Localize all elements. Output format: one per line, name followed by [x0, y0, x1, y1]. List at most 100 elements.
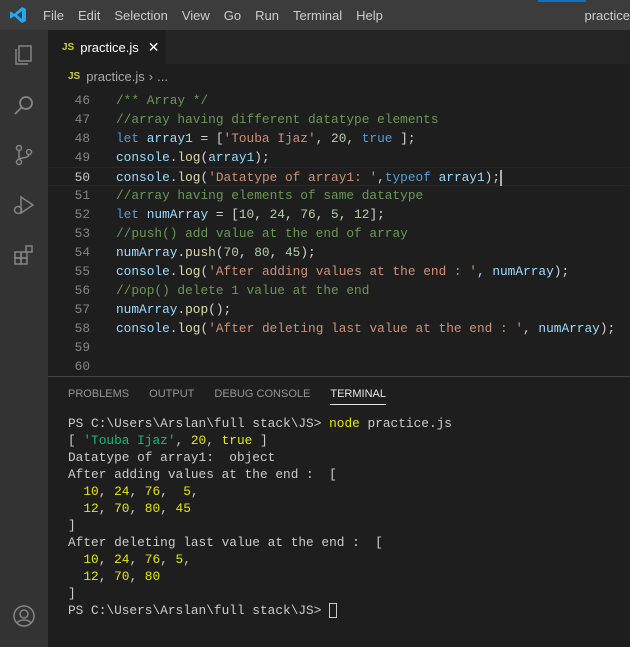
- code-line[interactable]: 46 /** Array */: [48, 91, 630, 110]
- code-token: pop: [185, 302, 209, 317]
- code-line[interactable]: 60: [48, 357, 630, 376]
- breadcrumb-symbol[interactable]: ...: [157, 69, 168, 84]
- terminal-token: After deleting last value at the end : [: [68, 535, 383, 550]
- code-line[interactable]: 49 console.log(array1);: [48, 148, 630, 167]
- line-code: //pop() delete 1 value at the end: [116, 281, 369, 300]
- code-token: 'After deleting last value at the end : …: [208, 321, 524, 336]
- code-line[interactable]: 57 numArray.pop();: [48, 300, 630, 319]
- js-file-icon: JS: [68, 70, 81, 82]
- menu-selection[interactable]: Selection: [107, 8, 174, 23]
- terminal-line: PS C:\Users\Arslan\full stack\JS> node p…: [68, 415, 452, 432]
- code-token: array1: [438, 170, 485, 185]
- menu-view[interactable]: View: [175, 8, 217, 23]
- terminal-token: ,: [190, 484, 199, 499]
- terminal-line: PS C:\Users\Arslan\full stack\JS>: [68, 602, 452, 619]
- terminal-token: 70: [114, 501, 130, 516]
- activity-bar: [0, 30, 48, 647]
- code-token: 12: [354, 207, 370, 222]
- code-line[interactable]: 48 let array1 = ['Touba Ijaz', 20, true ]…: [48, 129, 630, 148]
- tab-debug-console[interactable]: DEBUG CONSOLE: [214, 384, 310, 404]
- terminal-token: ]: [68, 518, 76, 533]
- search-icon[interactable]: [0, 80, 48, 130]
- code-token: numArray: [492, 264, 554, 279]
- code-token: 76: [300, 207, 316, 222]
- line-code: console.log('After deleting last value a…: [116, 319, 615, 338]
- menu-terminal[interactable]: Terminal: [286, 8, 349, 23]
- code-token: = [: [192, 131, 224, 146]
- terminal-line: 10, 24, 76, 5,: [68, 551, 452, 568]
- code-line[interactable]: 50 console.log('Datatype of array1: ',typ…: [48, 167, 630, 186]
- code-token: ,: [346, 131, 362, 146]
- code-token: let: [116, 131, 147, 146]
- terminal-token: ,: [98, 569, 115, 584]
- code-line[interactable]: 47 //array having different datatype elem…: [48, 110, 630, 129]
- menu-file[interactable]: File: [36, 8, 71, 23]
- terminal-token: After adding values at the end : [: [68, 467, 337, 482]
- terminal-output[interactable]: PS C:\Users\Arslan\full stack\JS> node p…: [68, 415, 452, 619]
- terminal-token: ]: [252, 433, 268, 448]
- line-number: 55: [74, 264, 90, 279]
- code-token: 'After adding values at the end : ': [208, 264, 477, 279]
- terminal-line: Datatype of array1: object: [68, 449, 452, 466]
- code-line[interactable]: 54 numArray.push(70, 80, 45);: [48, 243, 630, 262]
- code-token: numArray: [116, 302, 178, 317]
- terminal-token: ,: [129, 484, 145, 499]
- tab-label: practice.js: [80, 39, 139, 55]
- menu-help[interactable]: Help: [349, 8, 390, 23]
- code-token: ,: [315, 131, 332, 146]
- code-token: ];: [392, 131, 416, 146]
- tab-output[interactable]: OUTPUT: [149, 384, 194, 404]
- line-number: 47: [74, 112, 90, 127]
- code-token: 24: [269, 207, 285, 222]
- line-code: console.log(array1);: [116, 148, 270, 167]
- code-line[interactable]: 51 //array having elements of same dataty…: [48, 186, 630, 205]
- code-token: console: [116, 170, 170, 185]
- extensions-icon[interactable]: [0, 230, 48, 280]
- terminal-token: ,: [129, 552, 145, 567]
- panel-tabs: PROBLEMS OUTPUT DEBUG CONSOLE TERMINAL: [48, 377, 630, 411]
- line-code: numArray.push(70, 80, 45);: [116, 243, 316, 262]
- tab-problems[interactable]: PROBLEMS: [68, 384, 129, 404]
- code-token: );: [254, 150, 270, 165]
- tab-terminal[interactable]: TERMINAL: [330, 384, 386, 405]
- terminal-line: ]: [68, 517, 452, 534]
- tab-practice-js[interactable]: JS practice.js ✕: [48, 30, 166, 64]
- explorer-icon[interactable]: [0, 30, 48, 80]
- code-line[interactable]: 58 console.log('After deleting last value…: [48, 319, 630, 338]
- run-debug-icon[interactable]: [0, 180, 48, 230]
- line-code: //array having different datatype elemen…: [116, 110, 439, 129]
- code-token: numArray: [116, 245, 178, 260]
- code-token: 'Datatype of array1: ': [208, 170, 378, 185]
- terminal-token: 80: [144, 501, 161, 516]
- code-token: //push() add value at the end of array: [116, 226, 408, 241]
- vscode-logo-icon: [0, 6, 36, 24]
- code-token: );: [484, 170, 501, 185]
- code-line[interactable]: 52 let numArray = [10, 24, 76, 5, 12];: [48, 205, 630, 224]
- code-token: 20: [331, 131, 347, 146]
- close-tab-icon[interactable]: ✕: [148, 39, 160, 56]
- terminal-token: ,: [160, 501, 176, 516]
- accounts-icon[interactable]: [0, 591, 48, 641]
- code-token: numArray: [538, 321, 600, 336]
- source-control-icon[interactable]: [0, 130, 48, 180]
- code-line[interactable]: 53 //push() add value at the end of array: [48, 224, 630, 243]
- code-token: console: [116, 264, 170, 279]
- menu-go[interactable]: Go: [217, 8, 248, 23]
- code-token: //array having different datatype elemen…: [116, 112, 439, 127]
- menu-edit[interactable]: Edit: [71, 8, 107, 23]
- breadcrumb-file[interactable]: practice.js: [86, 69, 145, 84]
- code-token: ,: [315, 207, 332, 222]
- code-line[interactable]: 59: [48, 338, 630, 357]
- code-token: typeof: [384, 170, 439, 185]
- line-number: 56: [74, 283, 90, 298]
- menu-run[interactable]: Run: [248, 8, 286, 23]
- line-code: console.log('After adding values at the …: [116, 262, 569, 281]
- code-token: ,: [338, 207, 355, 222]
- line-number: 54: [74, 245, 90, 260]
- code-line[interactable]: 55 console.log('After adding values at th…: [48, 262, 630, 281]
- terminal-token: PS C:\Users\Arslan\full stack\JS>: [68, 603, 330, 618]
- code-line[interactable]: 56 //pop() delete 1 value at the end: [48, 281, 630, 300]
- code-token: );: [300, 245, 316, 260]
- line-number: 60: [74, 359, 90, 374]
- code-editor[interactable]: 46 /** Array */ 47 //array having different…: [48, 91, 630, 376]
